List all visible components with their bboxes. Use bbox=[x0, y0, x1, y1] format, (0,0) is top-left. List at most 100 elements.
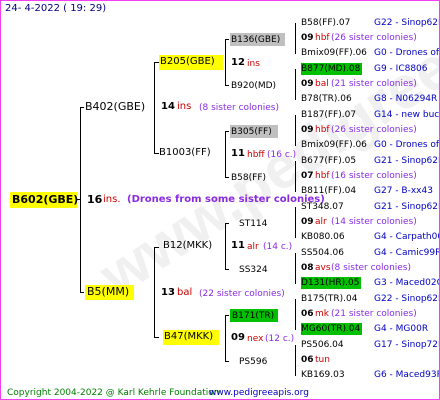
bracket bbox=[225, 315, 226, 362]
bracket bbox=[295, 345, 296, 376]
root-queen-name: B602(GBE) bbox=[12, 193, 79, 206]
bracket bbox=[225, 131, 226, 178]
gen5-note: (26 sister colonies) bbox=[331, 33, 417, 43]
gen3-colonies-num: 12 bbox=[231, 57, 245, 68]
gen5-bottom-origin: G6 - Maced93R bbox=[374, 370, 440, 380]
date-label: 24- 4-2022 ( 19: 29) bbox=[5, 3, 107, 14]
gen5-colonies-num: 06 bbox=[301, 355, 314, 365]
gen5-note: (21 sister colonies) bbox=[331, 79, 417, 89]
gen5-top-name[interactable]: ST348.07 bbox=[301, 201, 344, 213]
link bbox=[225, 85, 229, 86]
mother-bracket bbox=[154, 247, 155, 338]
gen3-colonies-unit: hbff bbox=[247, 150, 265, 160]
gen5-bottom-name[interactable]: B811(FF).04 bbox=[301, 185, 356, 197]
father-name[interactable]: B402(GBE) bbox=[85, 100, 145, 114]
link bbox=[225, 131, 229, 132]
gen4-name: B171(TR) bbox=[232, 311, 275, 321]
bracket bbox=[295, 115, 296, 146]
gen3-colonies-unit: alr bbox=[247, 242, 259, 252]
bracket bbox=[225, 39, 226, 86]
gen3-colonies-num: 11 bbox=[231, 240, 245, 251]
footer-site[interactable]: www.pedigreeapis.org bbox=[209, 387, 309, 399]
gen3-colonies-num: 11 bbox=[231, 148, 245, 159]
gen5-note: (21 sister colonies) bbox=[331, 309, 417, 319]
gen3-note: (14 c.) bbox=[263, 242, 293, 252]
gen5-colonies-unit: hbf bbox=[315, 171, 330, 181]
gen5-colonies-num: 09 bbox=[301, 217, 314, 227]
gen5-bottom-name[interactable]: D131(HR).05 bbox=[301, 277, 362, 289]
gen5-top-name[interactable]: SS504.06 bbox=[301, 247, 344, 259]
gen4-name[interactable]: B58(FF) bbox=[231, 172, 266, 184]
gen5-top-origin: G21 - Sinop62R bbox=[374, 202, 440, 212]
gen3-name: B47(MKK) bbox=[164, 331, 214, 342]
gen5-bottom-origin: G4 - MG00R bbox=[374, 324, 429, 334]
gen4-name[interactable]: PS596 bbox=[239, 356, 267, 368]
gen4-box[interactable]: B171(TR) bbox=[230, 309, 278, 322]
link bbox=[80, 107, 84, 108]
gen5-bottom-name[interactable]: KB169.03 bbox=[301, 369, 345, 381]
gen5-note: (16 sister colonies) bbox=[331, 171, 417, 181]
gen3-note: (16 c.) bbox=[267, 150, 297, 160]
gen3-colonies-num: 09 bbox=[231, 332, 245, 343]
gen5-top-origin: G4 - Camic99R bbox=[374, 248, 440, 258]
bracket bbox=[295, 23, 296, 54]
link bbox=[225, 361, 229, 362]
pedigree-chart: www.pedigreeapis.org 24- 4-2022 ( 19: 29… bbox=[0, 0, 440, 400]
gen4-box[interactable]: B136(GBE) bbox=[230, 33, 285, 46]
gen5-colonies-num: 08 bbox=[301, 263, 314, 273]
gen3-colonies-unit: ins bbox=[247, 59, 260, 69]
mother-name: B5(MM) bbox=[87, 285, 130, 298]
gen4-name: B305(FF) bbox=[231, 127, 272, 137]
gen5-note: (14 sister colonies) bbox=[331, 217, 417, 227]
gen4-name[interactable]: B920(MD) bbox=[231, 80, 276, 92]
gen5-bottom-origin: G4 - Carpath00R bbox=[374, 232, 439, 242]
gen5-top-name[interactable]: PS506.04 bbox=[301, 339, 344, 351]
gen4-box[interactable]: B305(FF) bbox=[230, 125, 278, 138]
gen5-top-name[interactable]: B187(FF).07 bbox=[301, 109, 356, 121]
gen5-top-name[interactable]: B677(FF).05 bbox=[301, 155, 356, 167]
mother-note: (22 sister colonies) bbox=[199, 289, 285, 299]
gen5-top-name[interactable]: B175(TR).04 bbox=[301, 293, 357, 305]
root-note: (Drones from some sister colonies) bbox=[127, 194, 325, 205]
gen5-bottom-name[interactable]: B78(TR).06 bbox=[301, 93, 352, 105]
gen5-colonies-num: 06 bbox=[301, 309, 314, 319]
mother-box[interactable]: B5(MM) bbox=[85, 285, 134, 300]
gen5-bottom-name[interactable]: Bmix09(FF).06 bbox=[301, 139, 367, 151]
gen5-colonies-num: 09 bbox=[301, 125, 314, 135]
gen5-bottom-name[interactable]: Bmix09(FF).06 bbox=[301, 47, 367, 59]
gen5-top-name[interactable]: B58(FF).07 bbox=[301, 17, 350, 29]
gen4-name: B136(GBE) bbox=[231, 35, 281, 45]
root-queen-box[interactable]: B602(GBE) bbox=[10, 192, 79, 208]
father-colonies-unit: ins bbox=[177, 101, 192, 112]
gen5-note: (26 sister colonies) bbox=[331, 125, 417, 135]
footer-copyright: Copyright 2004-2022 @ Karl Kehrle Founda… bbox=[7, 388, 220, 398]
gen5-top-name[interactable]: B877(MD).08 bbox=[301, 63, 363, 75]
gen5-bottom-origin: G0 - Drones of t bbox=[374, 140, 440, 150]
link bbox=[154, 337, 159, 338]
gen4-name[interactable]: SS324 bbox=[239, 264, 268, 276]
link bbox=[225, 39, 229, 40]
gen5-bottom-origin: G3 - Maced02Q bbox=[374, 278, 440, 288]
gen3-name[interactable]: B12(MKK) bbox=[163, 240, 212, 252]
gen5-top-origin: G17 - Sinop72R bbox=[374, 340, 440, 350]
father-bracket bbox=[154, 62, 155, 154]
gen3-box[interactable]: B47(MKK) bbox=[163, 330, 219, 345]
gen5-bottom-name[interactable]: MG60(TR).04 bbox=[301, 323, 363, 335]
gen5-colonies-unit: hbf bbox=[315, 125, 330, 135]
gen3-name: B205(GBE) bbox=[160, 56, 215, 67]
gen5-top-origin: G14 - new buckfas bbox=[374, 110, 440, 120]
gen5-bottom-name[interactable]: KB080.06 bbox=[301, 231, 345, 243]
gen5-colonies-unit: tun bbox=[315, 355, 330, 365]
bracket bbox=[295, 207, 296, 238]
gen5-bottom-origin: G27 - B-xx43 bbox=[374, 186, 433, 196]
gen5-top-origin: G9 - IC8806 bbox=[374, 64, 428, 74]
mother-colonies-unit: bal bbox=[177, 287, 193, 298]
gen3-colonies-unit: nex bbox=[247, 334, 264, 344]
root-bracket bbox=[80, 107, 81, 293]
gen4-name[interactable]: ST114 bbox=[239, 218, 267, 230]
bracket bbox=[295, 299, 296, 330]
gen3-name[interactable]: B1003(FF) bbox=[159, 147, 211, 159]
gen5-colonies-num: 09 bbox=[301, 33, 314, 43]
bracket bbox=[295, 253, 296, 284]
gen3-box[interactable]: B205(GBE) bbox=[159, 55, 223, 70]
